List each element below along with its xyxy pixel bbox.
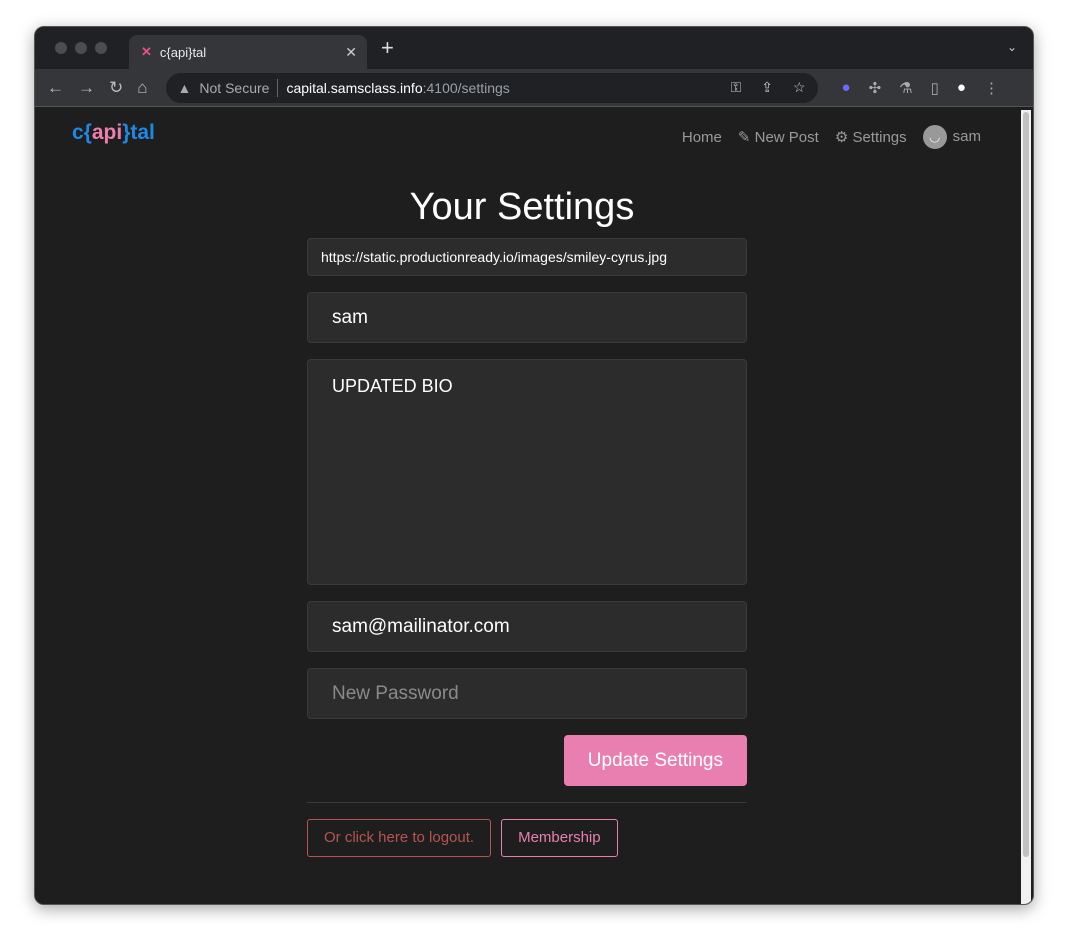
username-input[interactable]: sam xyxy=(307,292,747,343)
close-tab-icon[interactable]: ✕ xyxy=(345,44,357,61)
url-path: :4100/settings xyxy=(422,79,510,96)
scrollbar[interactable] xyxy=(1021,110,1031,904)
favicon-icon: ✕ xyxy=(141,44,152,59)
forward-icon[interactable]: → xyxy=(78,78,95,98)
password-input[interactable]: New Password xyxy=(307,668,747,719)
browser-window: ✕ c{api}tal ✕ + ⌄ ← → ↻ ⌂ ▲ Not Secure c… xyxy=(34,26,1034,905)
settings-form: https://static.productionready.io/images… xyxy=(307,238,747,857)
nav-home[interactable]: Home xyxy=(682,129,722,146)
nav-profile[interactable]: ◡ sam xyxy=(922,125,981,149)
bio-textarea[interactable]: UPDATED BIO xyxy=(307,359,747,585)
key-icon[interactable]: ⚿ xyxy=(731,79,742,96)
back-icon[interactable]: ← xyxy=(47,78,64,98)
address-bar[interactable]: ▲ Not Secure capital.samsclass.info:4100… xyxy=(165,72,818,103)
new-tab-icon[interactable]: + xyxy=(381,35,394,61)
reload-icon[interactable]: ↻ xyxy=(109,78,123,98)
window-controls[interactable] xyxy=(55,42,107,54)
tab-bar: ✕ c{api}tal ✕ + ⌄ xyxy=(35,27,1033,69)
menu-icon[interactable]: ⋮ xyxy=(984,79,999,97)
labs-icon[interactable]: ⚗ xyxy=(899,79,912,97)
share-icon[interactable]: ⇪ xyxy=(761,79,773,96)
tab-title: c{api}tal xyxy=(159,44,207,60)
membership-button[interactable]: Membership xyxy=(501,819,618,857)
edit-icon: ✎ xyxy=(737,129,751,146)
star-icon[interactable]: ☆ xyxy=(793,79,806,96)
divider xyxy=(307,802,747,803)
page-title: Your Settings xyxy=(409,186,635,228)
email-input[interactable]: sam@mailinator.com xyxy=(307,601,747,652)
page-content: c{api}tal Home ✎ New Post ⚙ Settings ◡ sa… xyxy=(35,108,1033,904)
gear-icon: ⚙ xyxy=(834,129,849,146)
avatar: ◡ xyxy=(922,125,947,149)
main-nav: Home ✎ New Post ⚙ Settings ◡ sam xyxy=(682,125,981,149)
security-label: Not Secure xyxy=(199,79,270,96)
url-host: capital.samsclass.info xyxy=(286,79,423,96)
profile-icon[interactable]: ● xyxy=(957,79,966,96)
side-panel-icon[interactable]: ▯ xyxy=(931,79,939,97)
browser-toolbar: ← → ↻ ⌂ ▲ Not Secure capital.samsclass.i… xyxy=(35,69,1033,107)
brand-logo[interactable]: c{api}tal xyxy=(72,121,155,145)
browser-tab[interactable]: ✕ c{api}tal ✕ xyxy=(129,35,367,69)
warning-icon: ▲ xyxy=(177,79,192,96)
tab-search-icon[interactable]: ⌄ xyxy=(1007,40,1017,54)
puzzle-icon[interactable]: ✣ xyxy=(869,79,882,97)
update-settings-button[interactable]: Update Settings xyxy=(563,735,747,786)
extension-icon[interactable]: ● xyxy=(842,79,851,96)
home-icon[interactable]: ⌂ xyxy=(137,78,147,98)
image-url-input[interactable]: https://static.productionready.io/images… xyxy=(307,238,747,276)
logout-button[interactable]: Or click here to logout. xyxy=(307,819,492,857)
nav-new-post[interactable]: ✎ New Post xyxy=(738,128,819,146)
nav-settings[interactable]: ⚙ Settings xyxy=(835,128,907,146)
